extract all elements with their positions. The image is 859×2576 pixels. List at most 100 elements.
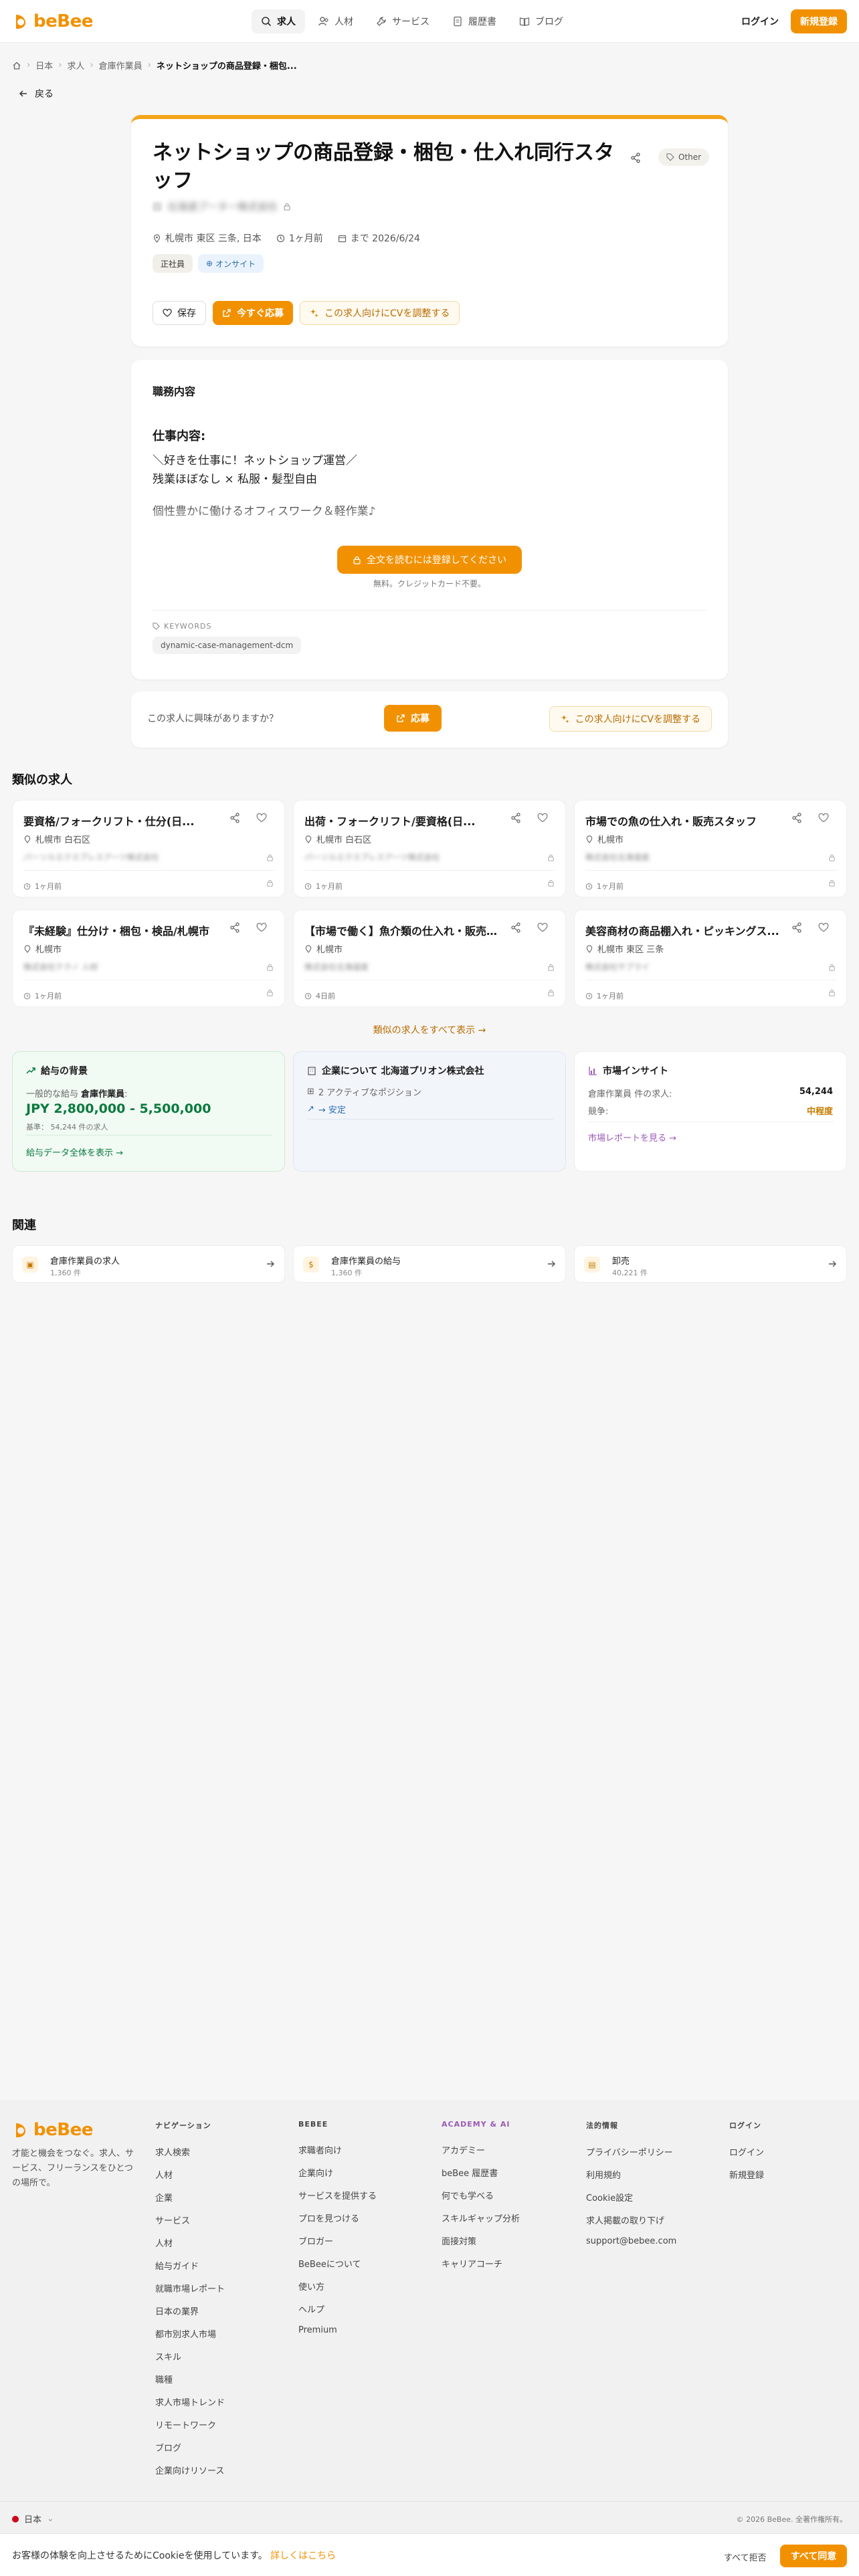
heart-icon[interactable] [818,922,829,933]
footer-link[interactable]: 人材 [155,2236,225,2249]
nav-services[interactable]: サービス [367,9,439,33]
share-button[interactable] [626,148,645,167]
footer-link[interactable]: スキル [155,2350,225,2363]
footer-link[interactable]: ログイン [729,2145,764,2158]
similar-job-card[interactable]: 出荷・フォークリフト/要資格(日... 札幌市 白石区 パーソルエクスプレスアーツ株… [293,800,566,897]
footer-link[interactable]: 使い方 [298,2280,377,2292]
apply-button[interactable]: 応募 [384,705,442,732]
similar-job-title[interactable]: 【市場で働く】魚介類の仕入れ・販売... [304,922,498,938]
footer-link[interactable]: 利用規約 [586,2168,676,2181]
footer-link[interactable]: support@bebee.com [586,2236,676,2249]
nav-talent[interactable]: 人材 [309,9,363,33]
footer-link[interactable]: 就職市場レポート [155,2282,225,2294]
keyword-chip[interactable]: dynamic-case-management-dcm [153,637,302,654]
similar-job-title[interactable]: 美容商材の商品棚入れ・ピッキングス... [585,922,779,938]
footer-link[interactable]: 企業 [155,2191,225,2204]
external-link-icon [397,714,405,722]
related-link-card[interactable]: ▤ 卸売 40,221 件 [574,1245,847,1283]
footer-link[interactable]: 人材 [155,2168,225,2181]
footer-logo[interactable]: beBee [12,2120,93,2140]
share-icon[interactable] [791,922,802,933]
company-name[interactable]: 北海道プーター株式会社 [167,199,278,213]
footer-link[interactable]: キャリアコーチ [442,2257,520,2270]
register-to-read-button[interactable]: 全文を読むには登録してください [337,546,522,574]
market-report-link[interactable]: 市場レポートを見る → [588,1131,676,1144]
footer-link[interactable]: プライバシーポリシー [586,2145,676,2158]
share-icon[interactable] [510,813,521,823]
breadcrumb-category[interactable]: 倉庫作業員 [99,59,142,72]
similar-job-title[interactable]: 市場での魚の仕入れ・販売スタッフ [585,813,779,829]
footer-link[interactable]: 企業向け [298,2166,377,2179]
cookie-decline-button[interactable]: すべて拒否 [714,2547,776,2566]
login-link[interactable]: ログイン [741,15,779,28]
bebee-logo[interactable]: beBee [12,11,93,31]
share-icon[interactable] [229,922,240,933]
heart-icon[interactable] [818,813,829,823]
footer-link[interactable]: beBee 履歴書 [442,2166,520,2179]
footer-link[interactable]: 求人掲載の取り下げ [586,2214,676,2226]
save-button[interactable]: 保存 [153,301,206,325]
salary-context-card: 給与の背景 一般的な給与 倉庫作業員: JPY 2,800,000 - 5,50… [12,1051,285,1172]
footer-link[interactable]: Premium [298,2325,377,2338]
nav-jobs[interactable]: 求人 [252,9,305,33]
breadcrumb-japan[interactable]: 日本 [35,59,53,72]
footer-link[interactable]: ブロガー [298,2234,377,2247]
footer-link[interactable]: サービスを提供する [298,2189,377,2202]
cookie-accept-button[interactable]: すべて同意 [780,2545,847,2567]
salary-data-link[interactable]: 給与データ全体を表示 → [26,1146,123,1158]
heart-icon[interactable] [256,813,267,823]
arrow-left-icon [19,90,27,97]
adjust-cv-button[interactable]: この求人向けにCVを調整する [300,301,460,325]
show-all-similar-link[interactable]: 類似の求人をすべて表示 → [0,1023,859,1037]
nav-blog[interactable]: ブログ [510,9,573,33]
breadcrumb-jobs[interactable]: 求人 [67,59,84,72]
footer-link[interactable]: アカデミー [442,2143,520,2156]
heart-icon[interactable] [537,813,548,823]
similar-job-card[interactable]: 【市場で働く】魚介類の仕入れ・販売... 札幌市 株式会社北海道産 4日前 [293,909,566,1007]
home-icon[interactable] [12,61,21,70]
footer-link[interactable]: 都市別求人市場 [155,2327,225,2340]
footer-link[interactable]: 企業向けリソース [155,2464,225,2476]
adjust-cv-button-secondary[interactable]: この求人向けにCVを調整する [549,706,712,732]
footer-link[interactable]: 日本の業界 [155,2304,225,2317]
footer-link[interactable]: スキルギャップ分析 [442,2212,520,2224]
footer-link[interactable]: 給与ガイド [155,2259,225,2272]
footer-link[interactable]: ヘルプ [298,2302,377,2315]
footer-link[interactable]: サービス [155,2214,225,2226]
cookie-learn-more-link[interactable]: 詳しくはこちら [270,2551,336,2561]
footer-link[interactable]: ブログ [155,2441,225,2454]
heart-icon[interactable] [256,922,267,933]
nav-label: 履歴書 [468,17,496,27]
footer-link[interactable]: BeBeeについて [298,2257,377,2270]
nav-resume[interactable]: 履歴書 [443,9,506,33]
heart-icon[interactable] [537,922,548,933]
back-link[interactable]: 戻る [19,87,54,100]
footer-link[interactable]: 面接対策 [442,2234,520,2247]
footer-link[interactable]: リモートワーク [155,2418,225,2431]
lock-icon [353,556,361,564]
similar-job-title[interactable]: 要資格/フォークリフト・仕分(日... [23,813,217,829]
related-link-card[interactable]: $ 倉庫作業員の給与 1,360 件 [293,1245,566,1283]
similar-job-card[interactable]: 美容商材の商品棚入れ・ピッキングス... 札幌市 東区 三条 株式会社サプライ 1ヶ月… [574,909,847,1007]
footer-link[interactable]: Cookie設定 [586,2191,676,2204]
footer-link[interactable]: 何でも学べる [442,2189,520,2202]
footer-link[interactable]: プロを見つける [298,2212,377,2224]
similar-job-time: 1ヶ月前 [23,990,62,1001]
footer-link[interactable]: 求人市場トレンド [155,2395,225,2408]
share-icon[interactable] [510,922,521,933]
signup-button[interactable]: 新規登録 [791,9,847,33]
related-link-card[interactable]: ▣ 倉庫作業員の求人 1,360 件 [12,1245,285,1283]
share-icon[interactable] [229,813,240,823]
share-icon[interactable] [791,813,802,823]
similar-job-title[interactable]: 出荷・フォークリフト/要資格(日... [304,813,498,829]
similar-job-title[interactable]: 『未経験』仕分け・梱包・検品/札幌市 [23,922,217,938]
footer-link[interactable]: 求職者向け [298,2143,377,2156]
similar-job-card[interactable]: 『未経験』仕分け・梱包・検品/札幌市 札幌市 株式会社テクノ 人材 1ヶ月前 [12,909,285,1007]
language-selector[interactable]: 日本 ⌄ [12,2512,54,2525]
similar-job-card[interactable]: 市場での魚の仕入れ・販売スタッフ 札幌市 株式会社北海道産 1ヶ月前 [574,800,847,897]
apply-now-button[interactable]: 今すぐ応募 [213,301,293,325]
footer-link[interactable]: 求人検索 [155,2145,225,2158]
similar-job-card[interactable]: 要資格/フォークリフト・仕分(日... 札幌市 白石区 パーソルエクスプレスアーツ株… [12,800,285,897]
footer-link[interactable]: 新規登録 [729,2168,764,2181]
footer-link[interactable]: 職種 [155,2373,225,2385]
